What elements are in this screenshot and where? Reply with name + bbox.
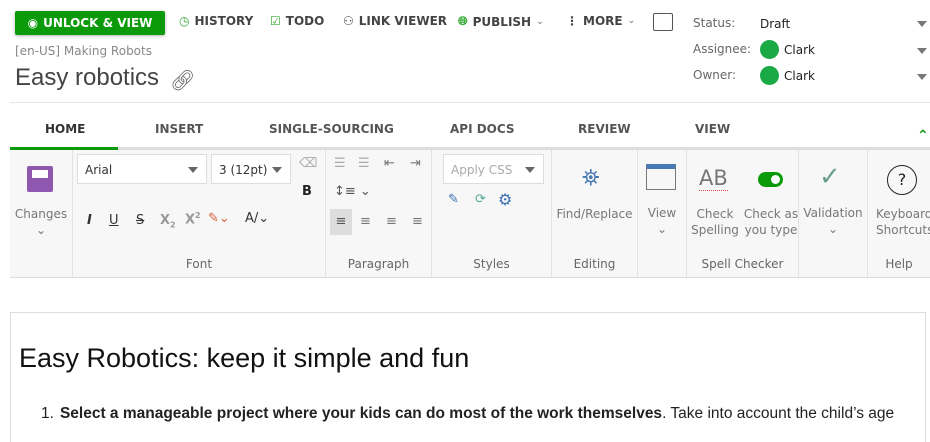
spell-checker-group: AB Check Spelling Check as you type Spell … bbox=[687, 150, 799, 277]
superscript-button[interactable]: X2 bbox=[185, 211, 201, 227]
page-title: Easy robotics bbox=[15, 64, 160, 91]
unlock-view-button[interactable]: ◉ UNLOCK & VIEW bbox=[15, 11, 165, 35]
owner-select[interactable]: Clark bbox=[760, 66, 815, 85]
link-viewer-icon: ⚇ bbox=[343, 14, 354, 28]
validation-group: ✓ Validation ⌄ bbox=[799, 150, 868, 277]
editor-content[interactable]: Easy Robotics: keep it simple and fun 1.… bbox=[10, 312, 926, 442]
assignee-dropdown-icon[interactable] bbox=[917, 48, 927, 54]
indent-icon[interactable]: ⇥ bbox=[410, 156, 421, 171]
refresh-icon[interactable]: ⟳ bbox=[475, 192, 486, 207]
chevron-down-icon: ⌄ bbox=[536, 16, 544, 27]
find-replace-button[interactable]: Find/Replace bbox=[552, 206, 637, 222]
avatar bbox=[760, 66, 779, 85]
collapse-ribbon-icon[interactable]: ⌃ bbox=[917, 128, 929, 144]
highlight-color-icon[interactable]: ✎⌄ bbox=[208, 211, 230, 226]
tab-view[interactable]: VIEW bbox=[695, 122, 730, 136]
globe-icon: 🌐︎ bbox=[458, 14, 468, 28]
font-group: Arial 3 (12pt) ⌫ B I U S X2 X2 ✎⌄ A/⌄ Fo… bbox=[73, 150, 326, 277]
tab-single-sourcing[interactable]: SINGLE-SOURCING bbox=[269, 122, 394, 136]
check-as-you-type-label[interactable]: Check as you type bbox=[743, 206, 799, 238]
spell-check-icon: AB bbox=[699, 166, 728, 191]
font-size-select[interactable]: 3 (12pt) bbox=[211, 154, 291, 184]
apply-css-select[interactable]: Apply CSS bbox=[443, 154, 544, 184]
underline-button[interactable]: U bbox=[109, 213, 119, 228]
chevron-down-icon: ⌄ bbox=[627, 16, 636, 26]
assignee-label: Assignee: bbox=[693, 42, 752, 56]
divider bbox=[10, 102, 930, 103]
styles-group: Apply CSS ✎ ⟳ ⚙ Styles bbox=[432, 150, 552, 277]
align-right-button[interactable]: ≡ bbox=[386, 214, 397, 229]
owner-dropdown-icon[interactable] bbox=[917, 74, 927, 80]
comment-icon[interactable] bbox=[653, 13, 673, 31]
align-center-button[interactable]: ≡ bbox=[360, 214, 371, 229]
paragraph-group-label: Paragraph bbox=[347, 257, 410, 271]
paragraph-group: ☰ ☰ ⇤ ⇥ ↕≡ ⌄ ≡ ≡ ≡ ≡ Paragraph bbox=[326, 150, 432, 277]
check-spelling-button[interactable]: Check Spelling bbox=[687, 206, 743, 238]
tab-api-docs[interactable]: API DOCS bbox=[450, 122, 515, 136]
status-select[interactable]: Draft bbox=[760, 17, 790, 31]
keyboard-shortcuts-button[interactable]: Keyboard Shortcuts bbox=[876, 206, 930, 238]
history-button[interactable]: ◷ HISTORY bbox=[179, 14, 253, 28]
clear-format-icon[interactable]: ⌫ bbox=[299, 156, 317, 171]
editing-group: ⛯ Find/Replace Editing bbox=[552, 150, 638, 277]
avatar bbox=[760, 40, 779, 59]
more-icon: ⋮ bbox=[566, 14, 578, 28]
breadcrumb[interactable]: [en-US] Making Robots bbox=[15, 44, 152, 58]
validation-button[interactable]: Validation ⌄ bbox=[799, 205, 867, 237]
tab-home[interactable]: HOME bbox=[45, 122, 85, 136]
help-group: ? Keyboard Shortcuts Help bbox=[868, 150, 930, 277]
view-group: View ⌄ bbox=[638, 150, 687, 277]
checkmark-icon: ✓ bbox=[819, 162, 841, 192]
line-spacing-icon[interactable]: ↕≡ ⌄ bbox=[334, 184, 371, 199]
check-as-you-type-toggle[interactable] bbox=[758, 172, 783, 187]
changes-button[interactable]: Changes ⌄ bbox=[10, 206, 72, 238]
outdent-icon[interactable]: ⇤ bbox=[384, 156, 395, 171]
subscript-button[interactable]: X2 bbox=[160, 213, 176, 230]
align-left-button[interactable]: ≡ bbox=[330, 209, 352, 235]
assignee-select[interactable]: Clark bbox=[760, 40, 815, 59]
link-icon[interactable]: 🔗︎ bbox=[170, 68, 195, 92]
document-heading: Easy Robotics: keep it simple and fun bbox=[19, 343, 470, 373]
italic-button[interactable]: I bbox=[87, 213, 92, 228]
editing-group-label: Editing bbox=[573, 257, 616, 271]
link-viewer-button[interactable]: ⚇ LINK VIEWER bbox=[343, 14, 447, 28]
ribbon: Changes ⌄ Arial 3 (12pt) ⌫ B I U S X2 X2 … bbox=[10, 147, 930, 278]
gear-icon[interactable]: ⚙ bbox=[498, 190, 512, 209]
more-button[interactable]: ⋮ MORE ⌄ bbox=[566, 14, 635, 28]
status-dropdown-icon[interactable] bbox=[917, 21, 927, 27]
font-group-label: Font bbox=[185, 257, 213, 271]
view-icon bbox=[646, 164, 676, 190]
view-button[interactable]: View ⌄ bbox=[638, 205, 686, 237]
todo-button[interactable]: ☑ TODO bbox=[270, 14, 324, 28]
strikethrough-button[interactable]: S bbox=[136, 213, 144, 228]
edit-style-icon[interactable]: ✎ bbox=[448, 192, 459, 207]
eye-icon: ◉ bbox=[27, 16, 39, 30]
bold-button[interactable]: B bbox=[302, 184, 312, 199]
tab-review[interactable]: REVIEW bbox=[578, 122, 631, 136]
changes-group: Changes ⌄ bbox=[10, 150, 73, 277]
owner-label: Owner: bbox=[693, 68, 737, 82]
list-item: 1. Select a manageable project where your… bbox=[41, 405, 895, 422]
numbered-list-icon[interactable]: ☰ bbox=[358, 156, 370, 171]
styles-group-label: Styles bbox=[473, 257, 510, 271]
status-label: Status: bbox=[693, 16, 736, 30]
font-name-select[interactable]: Arial bbox=[77, 154, 207, 184]
clock-icon: ◷ bbox=[179, 14, 190, 28]
binoculars-icon: ⛯ bbox=[582, 166, 600, 191]
help-icon: ? bbox=[887, 165, 917, 195]
save-icon[interactable] bbox=[27, 166, 53, 192]
checkbox-icon: ☑ bbox=[270, 14, 281, 28]
publish-button[interactable]: 🌐︎ PUBLISH ⌄ bbox=[458, 14, 544, 29]
tab-insert[interactable]: INSERT bbox=[155, 122, 203, 136]
help-group-label: Help bbox=[885, 257, 913, 271]
bullet-list-icon[interactable]: ☰ bbox=[334, 156, 346, 171]
justify-button[interactable]: ≡ bbox=[412, 214, 423, 229]
spell-group-label: Spell Checker bbox=[701, 257, 784, 271]
font-color-icon[interactable]: A/⌄ bbox=[245, 211, 269, 226]
